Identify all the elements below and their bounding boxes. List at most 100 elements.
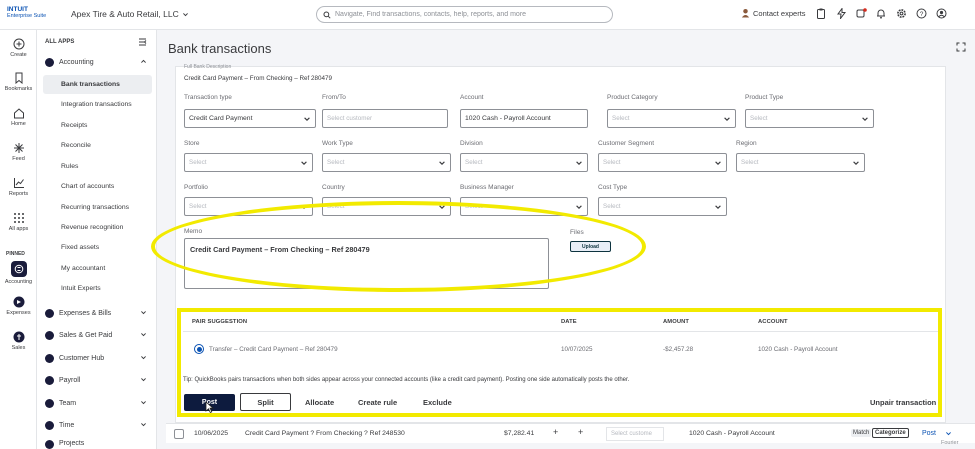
nav-projects[interactable]: Projects	[45, 440, 151, 449]
nav-sales-label: Sales & Get Paid	[59, 331, 113, 339]
product-type-placeholder: Select	[750, 115, 768, 122]
nav-item-integration-transactions[interactable]: Integration transactions	[43, 95, 152, 114]
pair-account: 1020 Cash - Payroll Account	[758, 346, 838, 353]
nav-item-receipts[interactable]: Receipts	[43, 116, 152, 135]
nav-expenses-label: Expenses & Bills	[59, 309, 112, 317]
unpair-transaction-link[interactable]: Unpair transaction	[870, 398, 940, 407]
nav-item-fixed-assets[interactable]: Fixed assets	[43, 238, 152, 257]
product-category-placeholder: Select	[612, 115, 630, 122]
rail-accounting[interactable]: Accounting	[0, 261, 37, 285]
rail-bookmarks[interactable]: Bookmarks	[0, 72, 37, 92]
product-category-select[interactable]: Select	[607, 109, 736, 128]
from-to-field[interactable]: Select customer	[322, 109, 448, 128]
rail-expenses[interactable]: Expenses	[0, 296, 37, 316]
search-input[interactable]	[335, 11, 605, 18]
division-select[interactable]: Select	[460, 153, 588, 172]
categorize-button[interactable]: Categorize	[872, 428, 909, 438]
intuit-logo[interactable]: INTUIT Enterprise Suite	[7, 6, 46, 20]
pair-date: 10/07/2025	[561, 346, 593, 353]
transaction-row[interactable]: 10/06/2025 Credit Card Payment ? From Ch…	[166, 423, 975, 443]
expand-icon[interactable]	[956, 42, 966, 52]
nav-customer-hub[interactable]: Customer Hub	[45, 351, 151, 365]
nav-team[interactable]: Team	[45, 396, 151, 410]
business-manager-select[interactable]: Select	[460, 197, 588, 216]
create-rule-link[interactable]: Create rule	[358, 398, 397, 407]
cost-type-placeholder: Select	[603, 203, 621, 210]
row-add-button-2[interactable]: +	[578, 427, 583, 437]
col-date: DATE	[561, 319, 577, 325]
rail-all-apps[interactable]: All apps	[0, 212, 37, 232]
row-post-link[interactable]: Post	[922, 430, 936, 437]
chevron-down-icon	[182, 11, 189, 18]
rail-reports[interactable]: Reports	[0, 177, 37, 197]
chart-icon	[13, 177, 25, 189]
nav-item-reconcile[interactable]: Reconcile	[43, 136, 152, 155]
pair-radio[interactable]	[194, 344, 204, 354]
team-dot-icon	[45, 398, 54, 408]
nav-payroll[interactable]: Payroll	[45, 373, 151, 387]
nav-item-my-accountant[interactable]: My accountant	[43, 259, 152, 278]
left-nav: ALL APPS Accounting Bank transactions In…	[37, 30, 157, 449]
nav-time[interactable]: Time	[45, 418, 151, 432]
profile-icon[interactable]	[935, 7, 947, 19]
country-select[interactable]: Select	[322, 197, 451, 216]
store-select[interactable]: Select	[184, 153, 313, 172]
apps-notification-icon[interactable]	[855, 7, 867, 19]
pair-tip: Tip: QuickBooks pairs transactions when …	[183, 377, 630, 383]
pair-suggestion-row[interactable]: Transfer – Credit Card Payment – Ref 280…	[183, 336, 939, 364]
brand-line1: INTUIT	[7, 6, 28, 13]
allocate-link[interactable]: Allocate	[305, 398, 334, 407]
transaction-type-select[interactable]: Credit Card Payment	[184, 109, 316, 128]
region-select[interactable]: Select	[736, 153, 865, 172]
watermark: Fourier	[941, 440, 959, 446]
match-badge[interactable]: Match	[851, 429, 872, 437]
chevron-down-icon	[438, 159, 446, 167]
help-icon[interactable]: ?	[915, 7, 927, 19]
rail-feed[interactable]: Feed	[0, 142, 37, 162]
company-switcher[interactable]: Apex Tire & Auto Retail, LLC	[71, 9, 189, 19]
sparkle-icon	[13, 142, 25, 154]
chevron-down-icon	[140, 376, 147, 383]
nav-sales-get-paid[interactable]: Sales & Get Paid	[45, 328, 151, 342]
nav-team-label: Team	[59, 399, 77, 407]
nav-item-bank-transactions[interactable]: Bank transactions	[43, 75, 152, 94]
portfolio-select[interactable]: Select	[184, 197, 313, 216]
nav-accounting[interactable]: Accounting	[45, 55, 151, 69]
portfolio-label: Portfolio	[184, 184, 208, 191]
nav-item-intuit-experts[interactable]: Intuit Experts	[43, 279, 152, 298]
product-type-select[interactable]: Select	[745, 109, 874, 128]
nav-item-rules[interactable]: Rules	[43, 157, 152, 176]
lightning-icon[interactable]	[835, 7, 847, 19]
nav-item-chart-of-accounts[interactable]: Chart of accounts	[43, 177, 152, 196]
rail-sales[interactable]: Sales	[0, 331, 37, 351]
memo-textarea[interactable]: Credit Card Payment – From Checking – Re…	[184, 238, 549, 289]
chevron-down-icon[interactable]	[945, 430, 952, 437]
nav-item-recurring-transactions[interactable]: Recurring transactions	[43, 198, 152, 217]
clipboard-icon[interactable]	[815, 7, 827, 19]
exclude-link[interactable]: Exclude	[423, 398, 452, 407]
work-type-select[interactable]: Select	[322, 153, 451, 172]
rail-create[interactable]: Create	[0, 38, 37, 58]
row-date: 10/06/2025	[194, 430, 229, 437]
contact-experts-button[interactable]: Contact experts	[741, 8, 806, 18]
global-search[interactable]	[316, 6, 613, 23]
nav-item-revenue-recognition[interactable]: Revenue recognition	[43, 218, 152, 237]
account-field[interactable]: 1020 Cash - Payroll Account	[460, 109, 588, 128]
page-title: Bank transactions	[168, 41, 272, 56]
row-customer-select[interactable]: Select custome	[606, 427, 664, 441]
rail-home[interactable]: Home	[0, 107, 37, 127]
rail-feed-label: Feed	[12, 156, 25, 162]
cost-type-select[interactable]: Select	[598, 197, 727, 216]
customer-segment-select[interactable]: Select	[598, 153, 727, 172]
gear-icon[interactable]	[895, 7, 907, 19]
home-icon	[13, 107, 25, 119]
row-add-button-1[interactable]: +	[553, 427, 558, 437]
row-checkbox[interactable]	[174, 429, 184, 439]
rail-create-label: Create	[10, 52, 27, 58]
nav-expenses-bills[interactable]: Expenses & Bills	[45, 306, 151, 320]
split-button[interactable]: Split	[240, 393, 291, 411]
transaction-type-label: Transaction type	[184, 94, 232, 101]
collapse-menu-icon[interactable]	[138, 38, 148, 46]
bell-icon[interactable]	[875, 7, 887, 19]
upload-button[interactable]: Upload	[570, 241, 611, 252]
